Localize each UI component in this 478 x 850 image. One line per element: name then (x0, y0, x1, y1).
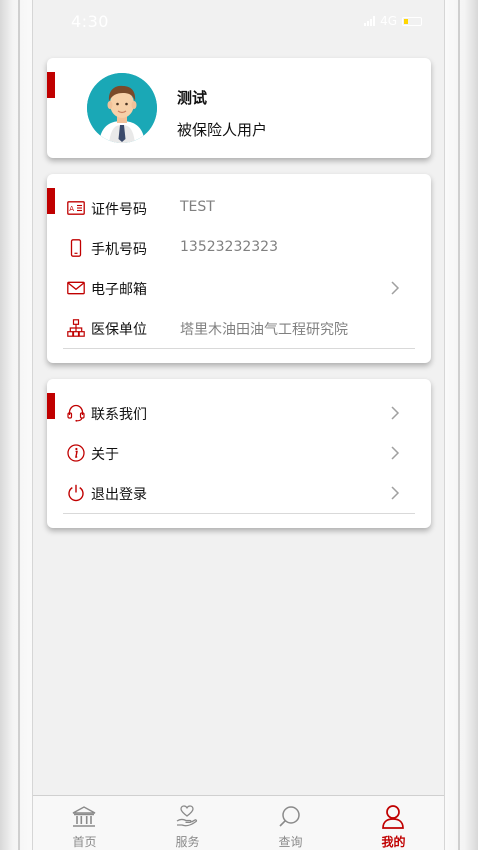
link-row-label: 退出登录 (91, 487, 147, 503)
bank-icon (72, 806, 96, 827)
profile-user-type: 被保险人用户 (177, 121, 268, 139)
info-row-phone: 手机号码 13523232323 (47, 228, 431, 268)
divider (63, 513, 415, 514)
info-row-label: 证件号码 (91, 202, 147, 218)
settings-links-card: 联系我们 关于 退出登录 (47, 379, 431, 528)
chevron-right-icon (391, 406, 400, 420)
info-icon (67, 444, 85, 462)
card-accent-mark (47, 72, 55, 98)
avatar (87, 73, 157, 143)
link-row-label: 联系我们 (91, 407, 147, 423)
battery-icon (402, 16, 422, 26)
info-row-label: 医保单位 (91, 322, 147, 338)
info-row-id-number: A 证件号码 TEST (47, 188, 431, 228)
link-row-contact-us[interactable]: 联系我们 (47, 393, 431, 433)
tab-service[interactable]: 服务 (136, 796, 239, 850)
user-icon (382, 805, 404, 829)
org-chart-icon (67, 319, 85, 337)
svg-text:A: A (69, 205, 74, 213)
info-row-email[interactable]: 电子邮箱 (47, 268, 431, 308)
tab-label: 我的 (381, 835, 406, 849)
signal-icon (364, 16, 376, 26)
tab-mine[interactable]: 我的 (342, 796, 445, 850)
app-screen: 4:30 4G 测试 被保险人用户 A 证件号码 TEST 手机号码 13523… (32, 0, 445, 850)
power-icon (68, 484, 84, 502)
phone-frame-edge-left (18, 0, 20, 850)
care-hand-icon (176, 805, 198, 827)
info-row-insurance-unit: 医保单位 塔里木油田油气工程研究院 (47, 308, 431, 348)
phone-frame-right (445, 0, 478, 850)
tab-home[interactable]: 首页 (33, 796, 136, 850)
tab-label: 首页 (72, 835, 97, 849)
chevron-right-icon (391, 486, 400, 500)
link-row-logout[interactable]: 退出登录 (47, 473, 431, 513)
chevron-right-icon (391, 446, 400, 460)
phone-frame-left (0, 0, 32, 850)
tab-query[interactable]: 查询 (239, 796, 342, 850)
bottom-tab-bar: 首页 服务 查询 我的 (33, 795, 444, 850)
network-label: 4G (380, 14, 397, 28)
id-card-icon: A (67, 201, 85, 215)
phone-icon (70, 239, 82, 257)
status-indicators: 4G (364, 14, 422, 28)
info-row-value: 13523232323 (180, 239, 278, 255)
link-row-about[interactable]: 关于 (47, 433, 431, 473)
headset-icon (67, 404, 85, 422)
tab-label: 查询 (278, 835, 303, 849)
info-row-value: TEST (180, 199, 215, 215)
account-info-card: A 证件号码 TEST 手机号码 13523232323 电子邮箱 医保单位 塔… (47, 174, 431, 363)
status-bar: 4:30 4G (33, 0, 444, 42)
info-row-label: 手机号码 (91, 242, 147, 258)
tab-label: 服务 (175, 835, 200, 849)
info-row-value: 塔里木油田油气工程研究院 (180, 322, 348, 338)
status-time: 4:30 (71, 12, 109, 31)
profile-name: 测试 (177, 89, 208, 107)
phone-frame-edge-right (458, 0, 460, 850)
link-row-label: 关于 (91, 447, 119, 463)
search-icon (279, 806, 300, 827)
chevron-right-icon (391, 281, 400, 295)
profile-card[interactable]: 测试 被保险人用户 (47, 58, 431, 158)
mail-icon (67, 281, 85, 295)
divider (63, 348, 415, 349)
avatar-illustration (87, 73, 157, 143)
info-row-label: 电子邮箱 (91, 282, 147, 298)
